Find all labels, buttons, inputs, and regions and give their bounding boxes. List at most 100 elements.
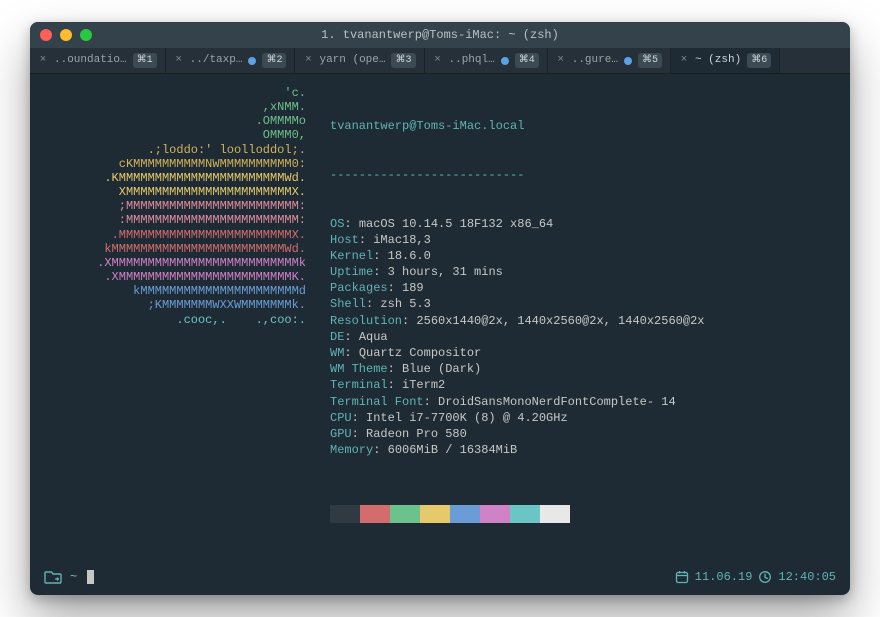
tab-activity-dot bbox=[624, 57, 632, 65]
ascii-line: .cooc,. .,coo:. bbox=[46, 313, 306, 327]
tab-shortcut: ⌘4 bbox=[515, 53, 539, 69]
neofetch-header: tvanantwerp@Toms-iMac.local bbox=[330, 118, 704, 134]
calendar-icon bbox=[675, 570, 689, 584]
terminal-window: 1. tvanantwerp@Toms-iMac: ~ (zsh) × ..oun… bbox=[30, 22, 850, 595]
tab-3[interactable]: × yarn (ope… ⌘3 bbox=[295, 48, 424, 73]
tab-activity-dot bbox=[248, 57, 256, 65]
tab-shortcut: ⌘3 bbox=[391, 53, 415, 69]
neofetch-key: WM bbox=[330, 346, 344, 360]
tab-label: yarn (ope… bbox=[319, 53, 385, 68]
color-swatch bbox=[540, 505, 570, 523]
cursor bbox=[87, 570, 94, 584]
terminal-body[interactable]: 'c.,xNMM..OMMMMoOMMM0,.;loddo:' loollodd… bbox=[30, 74, 850, 563]
color-swatch bbox=[510, 505, 540, 523]
tab-shortcut: ⌘1 bbox=[133, 53, 157, 69]
neofetch-value: iTerm2 bbox=[402, 378, 445, 392]
tab-shortcut: ⌘2 bbox=[262, 53, 286, 69]
neofetch-key: Memory bbox=[330, 443, 373, 457]
tab-6[interactable]: × ~ (zsh) ⌘6 bbox=[671, 48, 780, 73]
ascii-line: .XMMMMMMMMMMMMMMMMMMMMMMMMK. bbox=[46, 270, 306, 284]
color-swatch bbox=[420, 505, 450, 523]
tab-close-icon[interactable]: × bbox=[556, 53, 566, 68]
neofetch-row: Packages: 189 bbox=[330, 280, 704, 296]
neofetch-info: tvanantwerp@Toms-iMac.local ------------… bbox=[330, 86, 704, 555]
neofetch-value: 3 hours, 31 mins bbox=[388, 265, 503, 279]
tab-close-icon[interactable]: × bbox=[303, 53, 313, 68]
ascii-line: ;MMMMMMMMMMMMMMMMMMMMMMMM: bbox=[46, 199, 306, 213]
ascii-line: cKMMMMMMMMMMNWMMMMMMMMMM0: bbox=[46, 157, 306, 171]
neofetch-value: DroidSansMonoNerdFontComplete- 14 bbox=[438, 395, 676, 409]
neofetch-row: DE: Aqua bbox=[330, 329, 704, 345]
neofetch-value: 189 bbox=[402, 281, 424, 295]
tab-5[interactable]: × ..gure… ⌘5 bbox=[548, 48, 671, 73]
neofetch-key: CPU bbox=[330, 411, 352, 425]
zoom-window-button[interactable] bbox=[80, 29, 92, 41]
neofetch-row: OS: macOS 10.14.5 18F132 x86_64 bbox=[330, 216, 704, 232]
traffic-lights bbox=[40, 29, 92, 41]
tab-close-icon[interactable]: × bbox=[174, 53, 184, 68]
ascii-line: kMMMMMMMMMMMMMMMMMMMMMMd bbox=[46, 284, 306, 298]
ascii-line: .MMMMMMMMMMMMMMMMMMMMMMMMX. bbox=[46, 228, 306, 242]
neofetch-value: macOS 10.14.5 18F132 x86_64 bbox=[359, 217, 553, 231]
neofetch-value: iMac18,3 bbox=[373, 233, 431, 247]
neofetch-key: Terminal bbox=[330, 378, 388, 392]
neofetch-key: Resolution bbox=[330, 314, 402, 328]
ascii-line: 'c. bbox=[46, 86, 306, 100]
tab-2[interactable]: ×../taxp…⌘2 bbox=[166, 48, 296, 73]
ascii-line: .OMMMMo bbox=[46, 114, 306, 128]
ascii-line: kMMMMMMMMMMMMMMMMMMMMMMMMWd. bbox=[46, 242, 306, 256]
status-date: 11.06.19 bbox=[695, 569, 753, 585]
tab-activity-dot bbox=[501, 57, 509, 65]
neofetch-row: Shell: zsh 5.3 bbox=[330, 296, 704, 312]
neofetch-row: Uptime: 3 hours, 31 mins bbox=[330, 264, 704, 280]
tab-label: ~ (zsh) bbox=[695, 53, 741, 68]
ascii-line: XMMMMMMMMMMMMMMMMMMMMMMMX. bbox=[46, 185, 306, 199]
neofetch-key: Terminal Font bbox=[330, 395, 424, 409]
tab-close-icon[interactable]: × bbox=[679, 53, 689, 68]
neofetch-row: Terminal: iTerm2 bbox=[330, 377, 704, 393]
neofetch-row: Host: iMac18,3 bbox=[330, 232, 704, 248]
neofetch-row: Kernel: 18.6.0 bbox=[330, 248, 704, 264]
neofetch-value: 2560x1440@2x, 1440x2560@2x, 1440x2560@2x bbox=[416, 314, 704, 328]
neofetch-key: Host bbox=[330, 233, 359, 247]
tab-4[interactable]: × ..phql… ⌘4 bbox=[425, 48, 548, 73]
clock-icon bbox=[758, 570, 772, 584]
tab-label: ..oundatio… bbox=[54, 53, 127, 68]
neofetch-key: WM Theme bbox=[330, 362, 388, 376]
neofetch-row: WM Theme: Blue (Dark) bbox=[330, 361, 704, 377]
tab-label: ..gure… bbox=[572, 53, 618, 68]
titlebar: 1. tvanantwerp@Toms-iMac: ~ (zsh) bbox=[30, 22, 850, 48]
neofetch-key: OS bbox=[330, 217, 344, 231]
neofetch-key: Shell bbox=[330, 297, 366, 311]
neofetch-row: CPU: Intel i7-7700K (8) @ 4.20GHz bbox=[330, 410, 704, 426]
neofetch-value: Quartz Compositor bbox=[359, 346, 481, 360]
color-swatch bbox=[360, 505, 390, 523]
tab-close-icon[interactable]: × bbox=[433, 53, 443, 68]
neofetch-ascii-logo: 'c.,xNMM..OMMMMoOMMM0,.;loddo:' loollodd… bbox=[46, 86, 306, 555]
folder-icon bbox=[44, 570, 62, 584]
status-bar: ~ 11.06.19 12:40:05 bbox=[30, 563, 850, 595]
color-swatches bbox=[330, 505, 704, 523]
tab-shortcut: ⌘5 bbox=[638, 53, 662, 69]
prompt[interactable]: ~ bbox=[44, 569, 94, 585]
tab-shortcut: ⌘6 bbox=[747, 53, 771, 69]
color-swatch bbox=[450, 505, 480, 523]
color-swatch bbox=[330, 505, 360, 523]
window-title: 1. tvanantwerp@Toms-iMac: ~ (zsh) bbox=[30, 27, 850, 43]
tab-label: ..phql… bbox=[449, 53, 495, 68]
minimize-window-button[interactable] bbox=[60, 29, 72, 41]
tab-close-icon[interactable]: × bbox=[38, 53, 48, 68]
neofetch-value: Radeon Pro 580 bbox=[366, 427, 467, 441]
neofetch-value: 18.6.0 bbox=[388, 249, 431, 263]
ascii-line: .XMMMMMMMMMMMMMMMMMMMMMMMMMMk bbox=[46, 256, 306, 270]
status-time: 12:40:05 bbox=[778, 569, 836, 585]
ascii-line: .KMMMMMMMMMMMMMMMMMMMMMMMWd. bbox=[46, 171, 306, 185]
tab-1[interactable]: × ..oundatio… ⌘1 bbox=[30, 48, 166, 73]
neofetch-key: DE bbox=[330, 330, 344, 344]
neofetch-value: zsh 5.3 bbox=[380, 297, 430, 311]
neofetch-value: Aqua bbox=[359, 330, 388, 344]
close-window-button[interactable] bbox=[40, 29, 52, 41]
neofetch-rule: --------------------------- bbox=[330, 167, 704, 183]
tab-bar: ×..oundatio…⌘1×../taxp…⌘2×yarn (ope…⌘3×.… bbox=[30, 48, 850, 74]
ascii-line: ;KMMMMMMMWXXWMMMMMMMk. bbox=[46, 298, 306, 312]
